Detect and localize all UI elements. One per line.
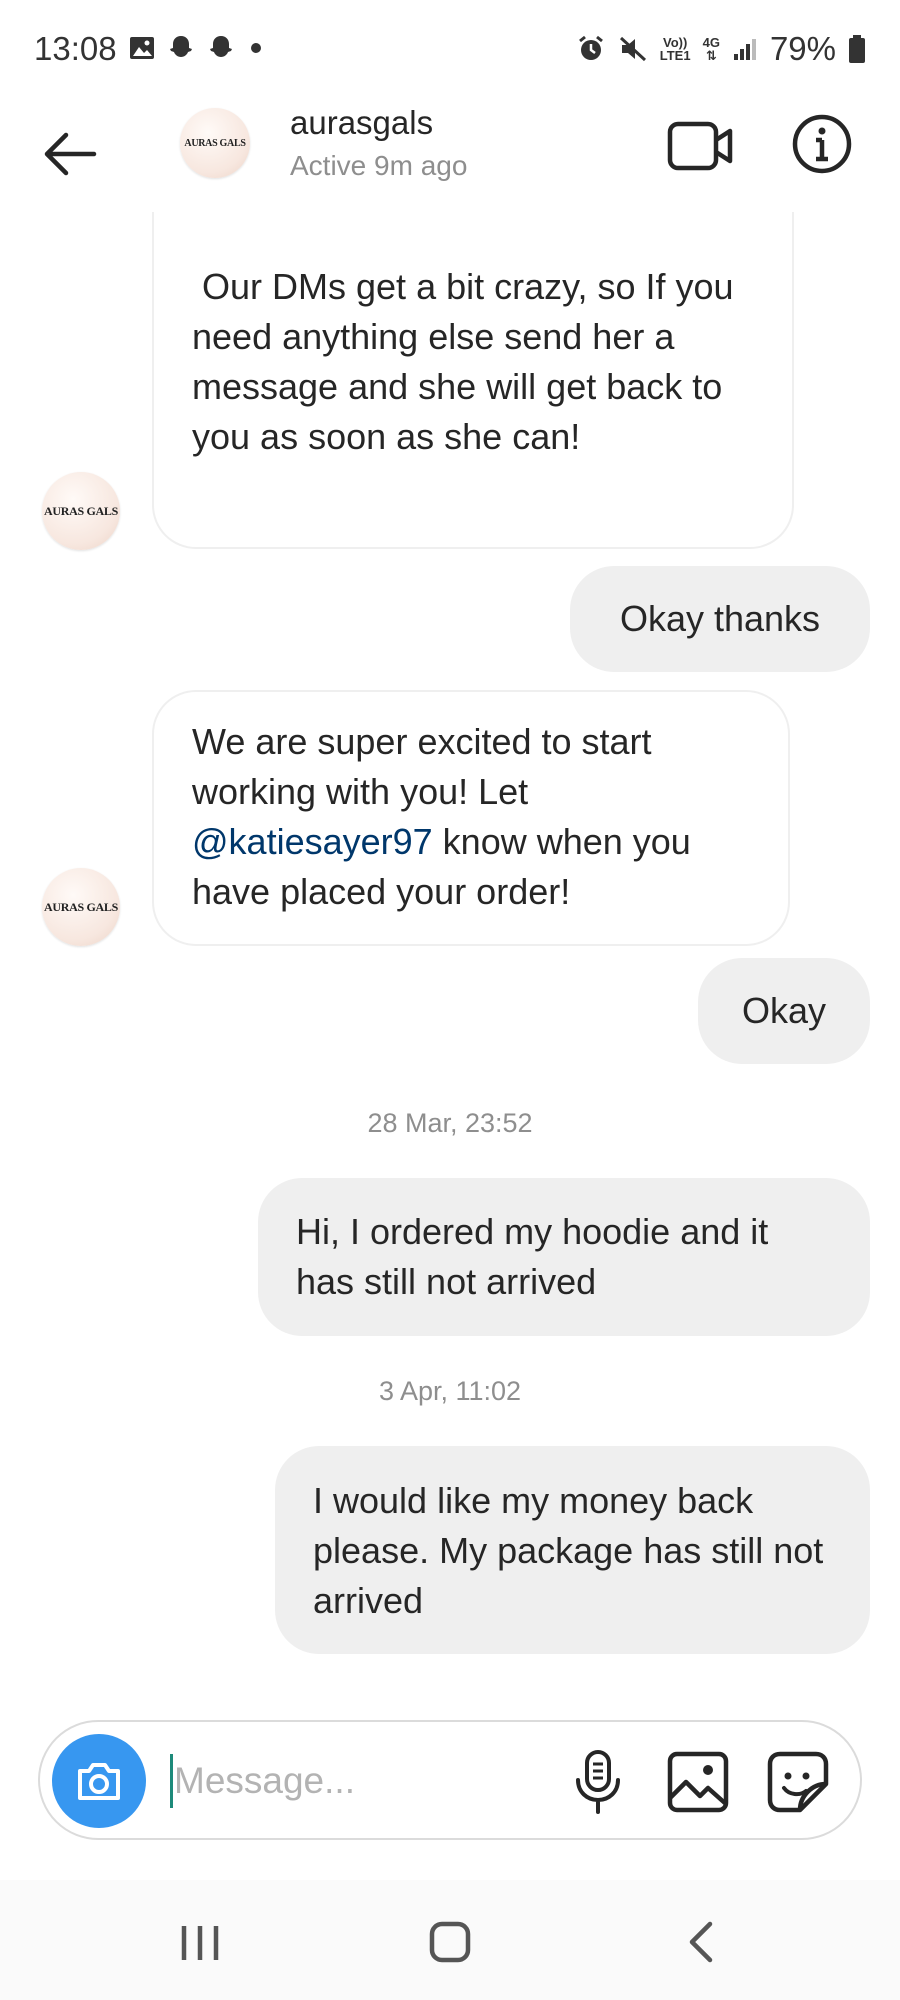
snapchat-icon: [170, 36, 192, 57]
notification-icons: [128, 33, 266, 63]
system-icons: Vo)) LTE1 4G ⇅ 79%: [576, 30, 866, 68]
message-bubble-incoming[interactable]: We are super excited to start working wi…: [152, 690, 790, 946]
contact-name[interactable]: aurasgals: [290, 104, 433, 142]
message-bubble-outgoing[interactable]: I would like my money back please. My pa…: [275, 1446, 870, 1654]
system-nav-bar: [0, 1880, 900, 2000]
message-text: Okay: [741, 990, 827, 1031]
battery-percent: 79%: [769, 30, 836, 67]
status-time: 13:08: [34, 30, 117, 67]
avatar[interactable]: AURAS GALS: [42, 868, 120, 946]
text-caret: [170, 1754, 173, 1808]
timestamp: 28 Mar, 23:52: [367, 1108, 533, 1138]
camera-icon: [78, 1763, 120, 1800]
battery-icon: [849, 35, 865, 63]
avatar-logo-text: AURAS GALS: [184, 137, 246, 149]
dot-icon: [251, 43, 261, 53]
message-text: I would like my money back please. My pa…: [313, 1480, 824, 1621]
message-text: Hi, I ordered my hoodie and it has still…: [296, 1211, 769, 1302]
mute-icon: [619, 36, 646, 62]
message-input[interactable]: [174, 1752, 554, 1810]
microphone-icon[interactable]: [560, 1744, 636, 1820]
back-icon[interactable]: [672, 1910, 732, 1974]
signal-icon: [733, 39, 756, 60]
alarm-icon: [578, 35, 603, 60]
message-bubble-outgoing[interactable]: Okay thanks: [570, 566, 870, 672]
status-bar: 13:08 Vo)) LTE1 4G ⇅ 79%: [0, 0, 900, 100]
sticker-icon[interactable]: [760, 1744, 836, 1820]
message-text: We are super excited to start working wi…: [192, 721, 691, 912]
info-icon[interactable]: [790, 112, 854, 176]
snapchat-icon: [210, 36, 232, 57]
message-text: Our DMs get a bit crazy, so If you need …: [192, 266, 744, 457]
chat-header: AURAS GALS aurasgals Active 9m ago: [0, 100, 900, 212]
recent-apps-icon[interactable]: [170, 1912, 230, 1972]
avatar[interactable]: AURAS GALS: [42, 472, 120, 550]
avatar-logo-text: AURAS GALS: [43, 899, 119, 914]
gallery-icon: [130, 37, 154, 59]
gallery-icon[interactable]: [660, 1744, 736, 1820]
message-bubble-outgoing[interactable]: Hi, I ordered my hoodie and it has still…: [258, 1178, 870, 1336]
avatar-logo-text: AURAS GALS: [43, 503, 119, 518]
4g-icon: 4G ⇅: [702, 35, 720, 63]
message-bubble-outgoing[interactable]: Okay: [698, 958, 870, 1064]
mention-link[interactable]: @katiesayer97: [192, 821, 433, 862]
message-text: Okay thanks: [619, 598, 821, 639]
timestamp: 3 Apr, 11:02: [378, 1376, 522, 1406]
volte-icon: Vo)) LTE1: [660, 36, 691, 62]
camera-button[interactable]: [52, 1734, 146, 1828]
back-arrow-icon[interactable]: [38, 122, 102, 186]
message-composer: [38, 1720, 862, 1840]
message-bubble-incoming[interactable]: Our DMs get a bit crazy, so If you need …: [152, 212, 794, 549]
active-status: Active 9m ago: [290, 150, 468, 181]
message-thread[interactable]: Our DMs get a bit crazy, so If you need …: [0, 212, 900, 1682]
video-call-icon[interactable]: [666, 116, 736, 176]
avatar[interactable]: AURAS GALS: [180, 108, 250, 178]
home-icon[interactable]: [418, 1910, 482, 1974]
lte-label: LTE1: [659, 48, 691, 63]
